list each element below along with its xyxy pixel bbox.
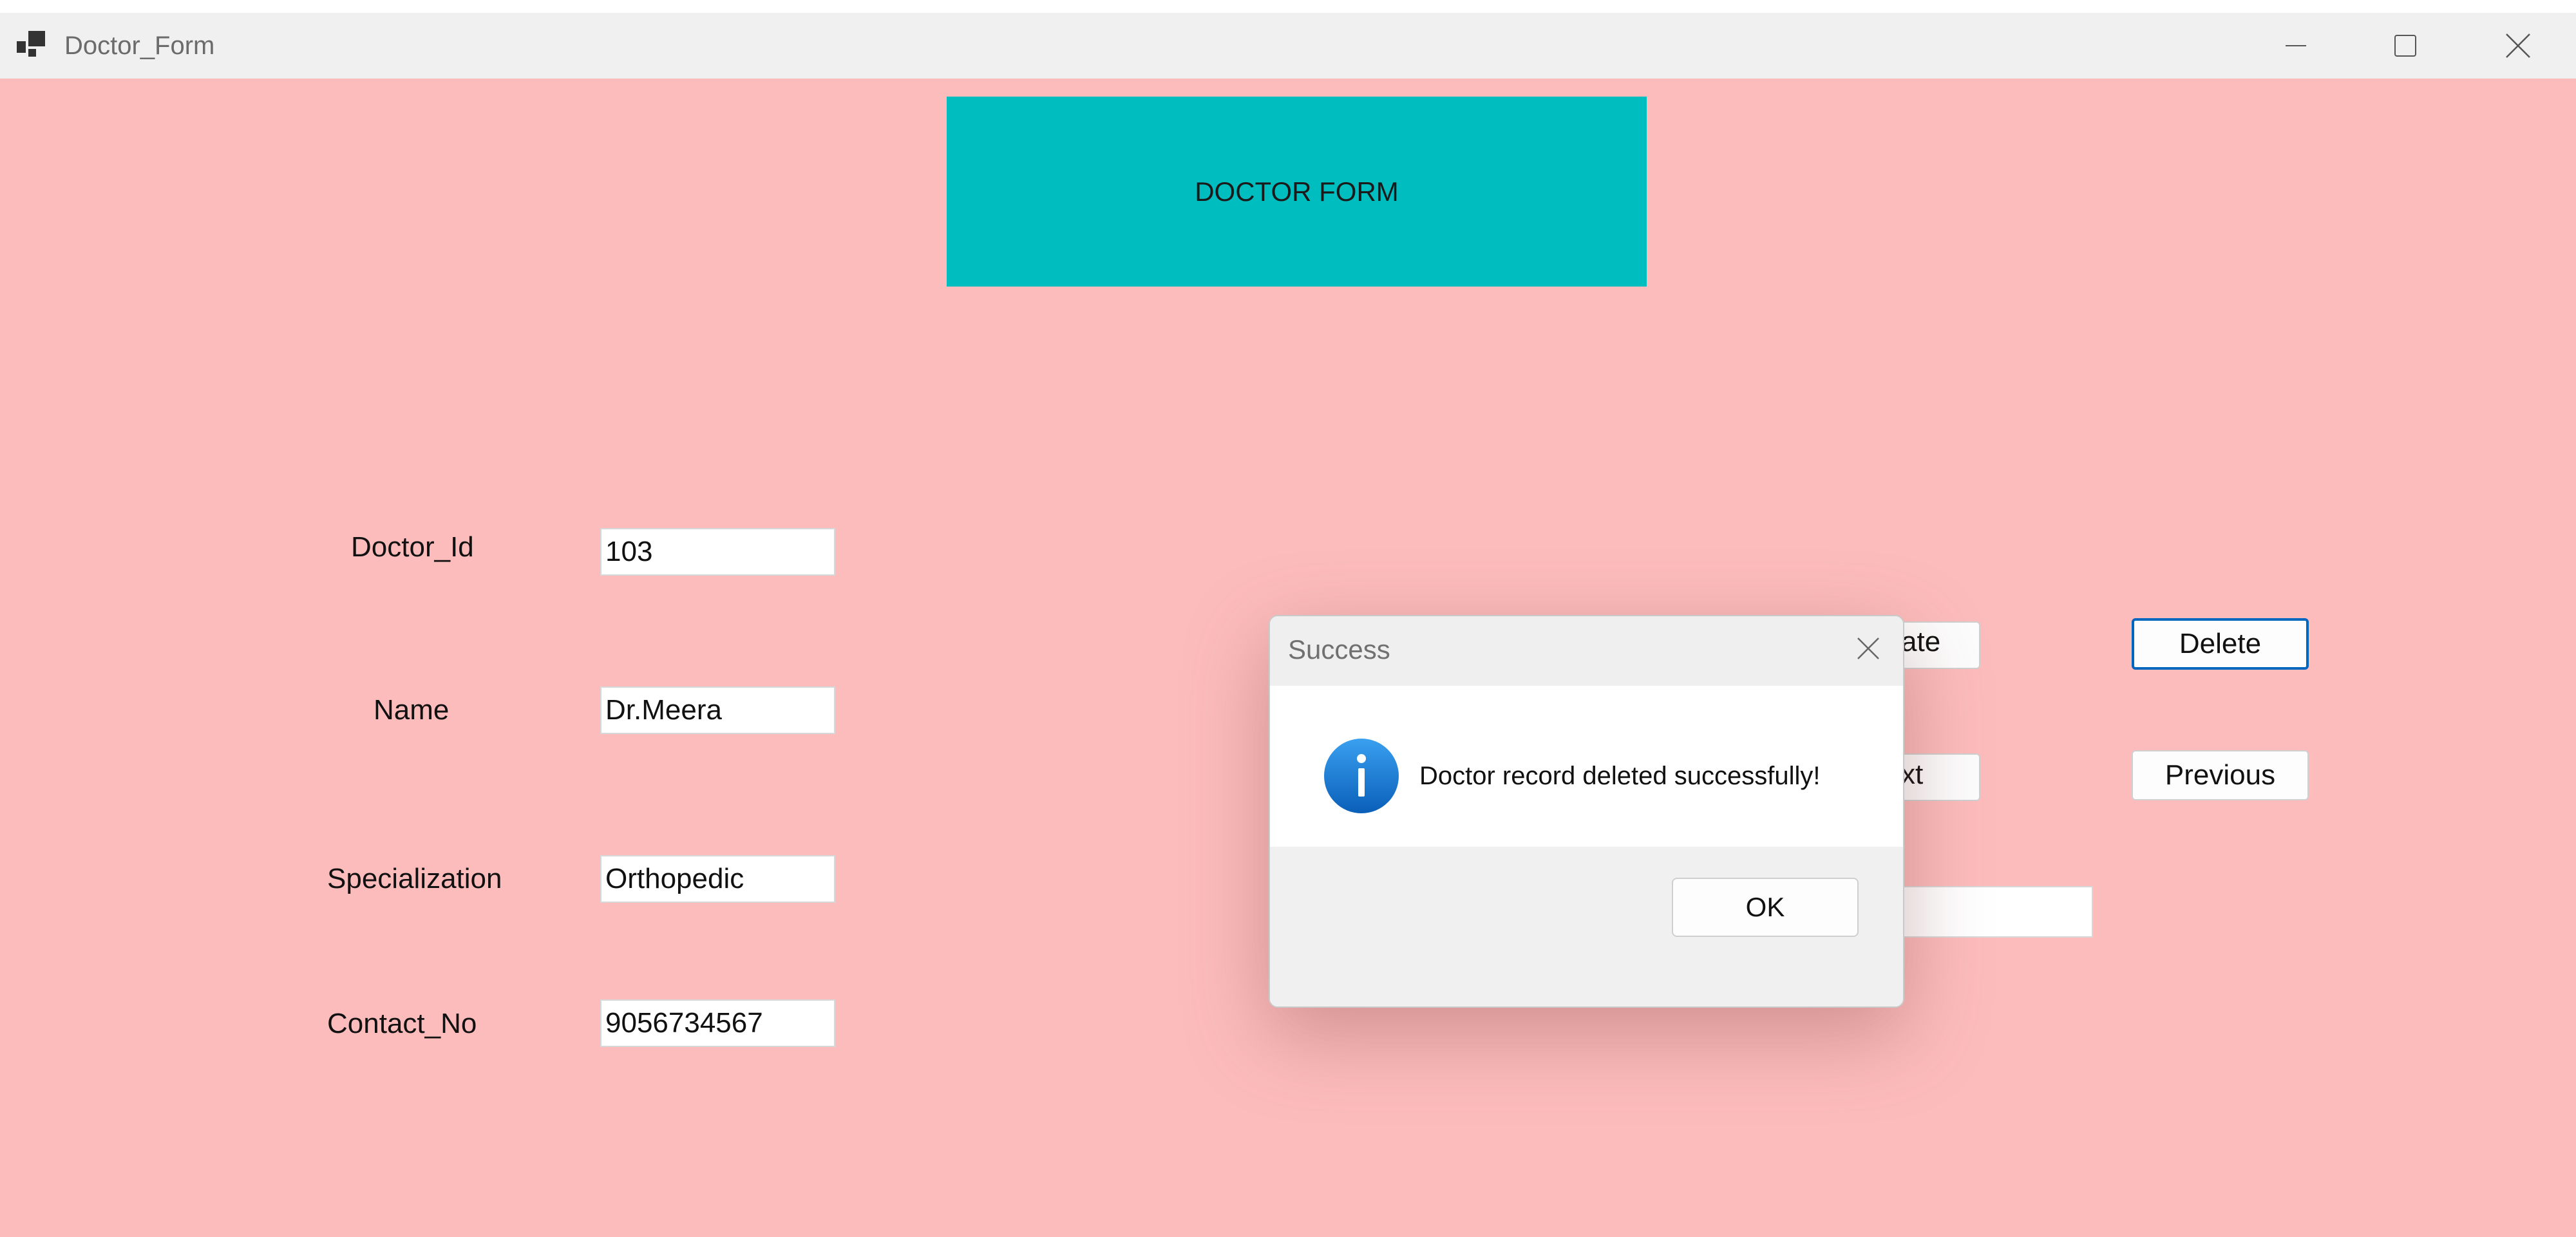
minimize-icon — [2286, 45, 2306, 46]
minimize-button[interactable] — [2241, 13, 2351, 79]
name-label: Name — [374, 694, 450, 726]
contact-no-label: Contact_No — [327, 1008, 477, 1039]
window-title: Doctor_Form — [64, 32, 215, 60]
maximize-button[interactable] — [2351, 13, 2460, 79]
dialog-body: Doctor record deleted successfully! — [1270, 686, 1903, 847]
doctor-form-window: Doctor_Form DOCTOR FORM Doctor_Id Name S… — [0, 13, 2576, 1237]
close-button[interactable] — [2463, 13, 2573, 79]
close-icon — [2506, 33, 2530, 58]
dialog-footer: OK — [1270, 847, 1903, 1006]
doctor-id-label: Doctor_Id — [351, 531, 474, 563]
specialization-label: Specialization — [327, 863, 502, 894]
next-button-label: xt — [1901, 759, 1924, 790]
search-input[interactable]: 3 — [1874, 886, 2093, 938]
close-icon — [1857, 637, 1879, 659]
dialog-title-bar: Success — [1270, 616, 1903, 686]
title-bar: Doctor_Form — [0, 13, 2576, 79]
update-button-label: ate — [1901, 626, 1941, 657]
dialog-title: Success — [1288, 634, 1390, 665]
success-dialog: Success Doctor record deleted successful… — [1269, 615, 1904, 1008]
contact-no-input[interactable] — [600, 999, 835, 1047]
form-header-banner: DOCTOR FORM — [947, 97, 1647, 287]
info-icon — [1324, 739, 1399, 813]
app-icon — [17, 31, 45, 57]
ok-button[interactable]: OK — [1672, 878, 1859, 937]
specialization-input[interactable] — [600, 855, 835, 903]
doctor-id-input[interactable] — [600, 528, 835, 576]
delete-button[interactable]: Delete — [2132, 618, 2309, 670]
maximize-icon — [2394, 35, 2416, 57]
previous-button[interactable]: Previous — [2132, 750, 2309, 800]
name-input[interactable] — [600, 686, 835, 734]
dialog-message: Doctor record deleted successfully! — [1419, 762, 1821, 790]
dialog-close-button[interactable] — [1849, 629, 1888, 668]
